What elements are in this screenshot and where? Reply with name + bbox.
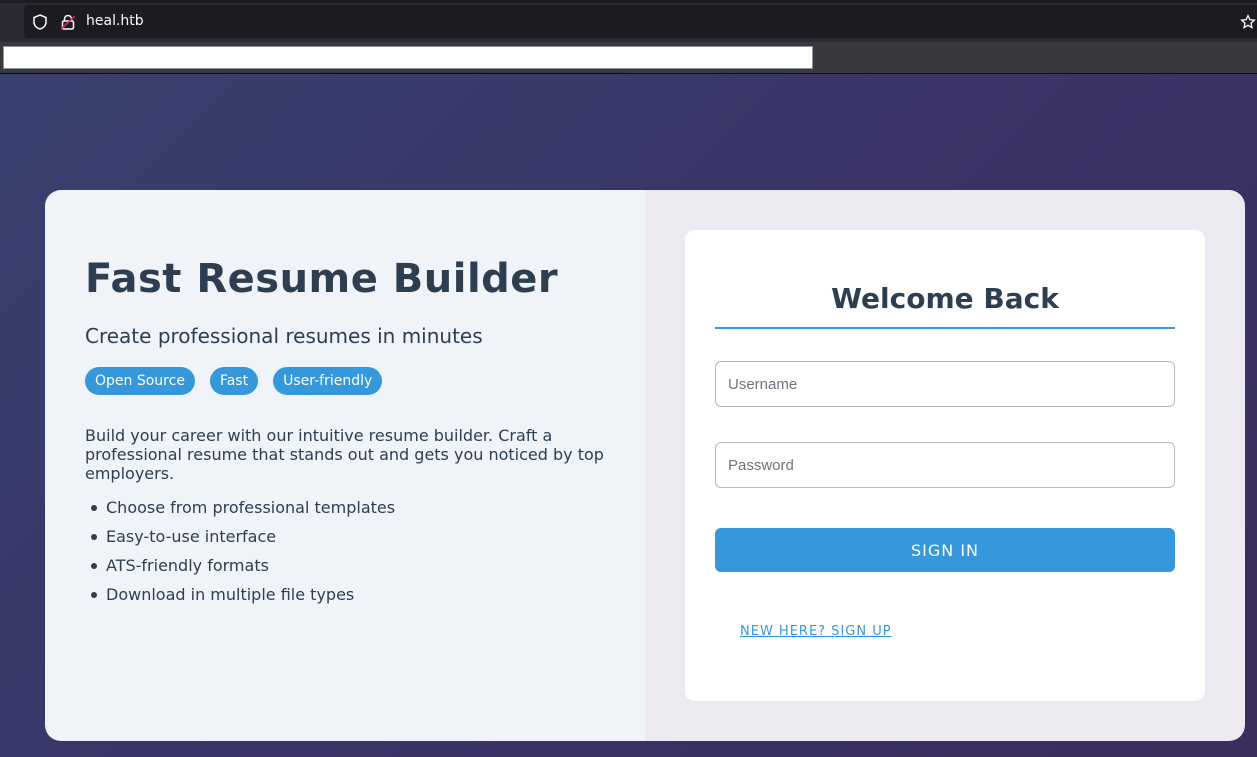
page-title: Fast Resume Builder <box>85 256 559 302</box>
login-heading: Welcome Back <box>831 282 1059 315</box>
info-panel: Fast Resume Builder Create professional … <box>45 190 645 741</box>
password-input[interactable] <box>715 442 1175 488</box>
tag-user-friendly: User-friendly <box>273 367 383 395</box>
list-item: Download in multiple file types <box>89 585 395 614</box>
list-item: Choose from professional templates <box>89 498 395 527</box>
main-card: Fast Resume Builder Create professional … <box>45 190 1245 741</box>
shield-icon[interactable] <box>33 14 47 30</box>
bullet-icon <box>91 505 97 511</box>
blank-input-overlay[interactable] <box>3 46 813 69</box>
address-bar[interactable] <box>24 5 1257 38</box>
tab-strip <box>0 0 1257 3</box>
list-item: Easy-to-use interface <box>89 527 395 556</box>
heading-underline <box>715 327 1175 329</box>
sign-up-link[interactable]: NEW HERE? SIGN UP <box>740 624 892 639</box>
star-icon[interactable] <box>1240 14 1256 30</box>
feature-text: ATS-friendly formats <box>106 556 269 575</box>
list-item: ATS-friendly formats <box>89 556 395 585</box>
sign-in-button[interactable]: SIGN IN <box>715 528 1175 572</box>
tag-open-source: Open Source <box>85 367 195 395</box>
bullet-icon <box>91 563 97 569</box>
username-input[interactable] <box>715 361 1175 407</box>
page-background: Fast Resume Builder Create professional … <box>0 74 1257 757</box>
description: Build your career with our intuitive res… <box>85 426 604 483</box>
subtitle: Create professional resumes in minutes <box>85 324 483 348</box>
tag-fast: Fast <box>209 367 259 395</box>
feature-text: Download in multiple file types <box>106 585 355 604</box>
lock-icon[interactable] <box>61 14 75 30</box>
feature-text: Easy-to-use interface <box>106 527 277 546</box>
login-form: Welcome Back SIGN IN NEW HERE? SIGN UP <box>685 230 1205 701</box>
browser-toolbar: heal.htb <box>0 0 1257 42</box>
url-text[interactable]: heal.htb <box>86 13 144 29</box>
bullet-icon <box>91 534 97 540</box>
tag-list: Open Source Fast User-friendly <box>85 367 383 395</box>
feature-text: Choose from professional templates <box>106 498 396 517</box>
bullet-icon <box>91 592 97 598</box>
feature-list: Choose from professional templates Easy-… <box>89 498 395 614</box>
login-panel: Welcome Back SIGN IN NEW HERE? SIGN UP <box>645 190 1245 741</box>
